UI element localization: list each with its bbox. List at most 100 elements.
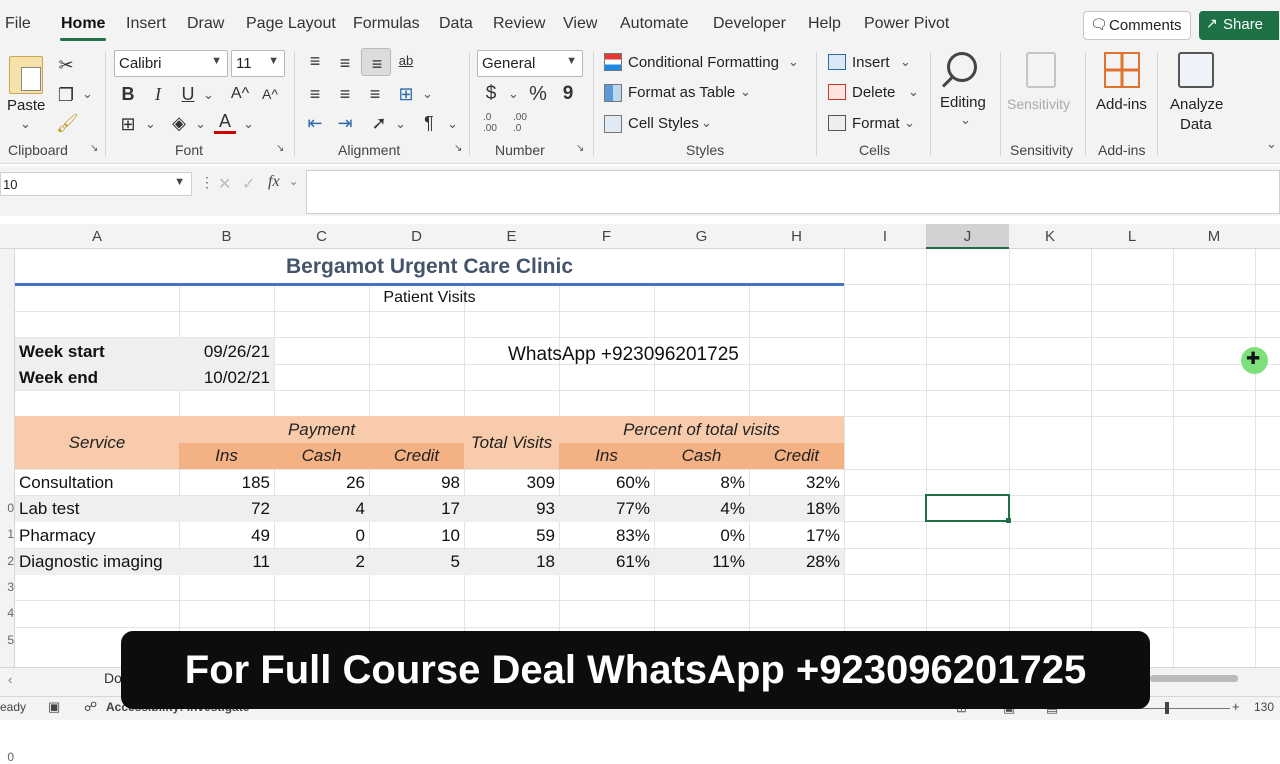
name-box[interactable]: 10 ▼ — [0, 172, 192, 196]
add-ins-button[interactable]: Add-ins — [1096, 96, 1147, 113]
collapse-ribbon-icon[interactable]: ⌄ — [1266, 136, 1277, 152]
copy-icon[interactable]: ❐ — [56, 84, 76, 106]
chevron-down-icon[interactable]: ⌄ — [900, 54, 911, 70]
delete-cells-button[interactable]: Delete — [852, 84, 895, 101]
row-header-11[interactable]: 1 — [0, 527, 14, 541]
credit-cell[interactable]: 98 — [369, 473, 460, 493]
tab-page-layout[interactable]: Page Layout — [246, 15, 336, 33]
header-service[interactable]: Service — [15, 433, 179, 453]
conditional-formatting-button[interactable]: Conditional Formatting — [628, 54, 779, 71]
borders-icon[interactable]: ⊞ — [117, 113, 139, 135]
fill-dropdown-icon[interactable]: ⌄ — [195, 116, 206, 132]
borders-dropdown-icon[interactable]: ⌄ — [145, 116, 156, 132]
pct-ins-cell[interactable]: 60% — [559, 473, 650, 493]
cancel-icon[interactable]: ✕ — [218, 174, 231, 194]
tab-developer[interactable]: Developer — [713, 15, 786, 33]
align-left-icon[interactable]: ≡ — [304, 83, 326, 105]
orientation-dropdown-icon[interactable]: ⌄ — [395, 116, 406, 132]
service-cell[interactable]: Lab test — [19, 499, 80, 519]
text-direction-icon[interactable]: ¶ — [418, 112, 440, 134]
ins-cell[interactable]: 49 — [179, 526, 270, 546]
analyze-data-line1[interactable]: Analyze — [1170, 96, 1223, 113]
column-header-d[interactable]: D — [369, 228, 464, 245]
increase-decimal-button[interactable]: .0 .00 — [483, 112, 497, 134]
pct-cash-cell[interactable]: 0% — [654, 526, 745, 546]
pct-credit-cell[interactable]: 28% — [749, 552, 840, 572]
format-cells-button[interactable]: Format — [852, 115, 900, 132]
zoom-level[interactable]: 130 — [1254, 700, 1274, 714]
number-launcher-icon[interactable]: ↘ — [576, 143, 584, 154]
decrease-indent-icon[interactable]: ⇤ — [304, 112, 326, 134]
service-cell[interactable]: Consultation — [19, 473, 114, 493]
pct-cash-cell[interactable]: 8% — [654, 473, 745, 493]
sensitivity-button[interactable]: Sensitivity — [1007, 96, 1070, 112]
cash-cell[interactable]: 0 — [274, 526, 365, 546]
header-payment[interactable]: Payment — [179, 420, 464, 440]
font-launcher-icon[interactable]: ↘ — [276, 143, 284, 154]
clipboard-launcher-icon[interactable]: ↘ — [90, 143, 98, 154]
week-start-label[interactable]: Week start — [19, 342, 105, 362]
tab-formulas[interactable]: Formulas — [353, 15, 420, 33]
week-end-label[interactable]: Week end — [19, 368, 98, 388]
credit-cell[interactable]: 5 — [369, 552, 460, 572]
currency-format-button[interactable]: $ — [480, 83, 502, 105]
column-header-h[interactable]: H — [749, 228, 844, 245]
alignment-launcher-icon[interactable]: ↘ — [454, 143, 462, 154]
whatsapp-note[interactable]: WhatsApp +923096201725 — [508, 344, 739, 366]
bold-button[interactable]: B — [118, 83, 138, 105]
credit-cell[interactable]: 10 — [369, 526, 460, 546]
currency-dropdown-icon[interactable]: ⌄ — [508, 86, 519, 102]
increase-indent-icon[interactable]: ⇥ — [334, 112, 356, 134]
header-pct-cash[interactable]: Cash — [654, 446, 749, 466]
paste-button[interactable]: Paste — [7, 97, 45, 114]
pct-credit-cell[interactable]: 32% — [749, 473, 840, 493]
ins-cell[interactable]: 185 — [179, 473, 270, 493]
pct-cash-cell[interactable]: 4% — [654, 499, 745, 519]
zoom-in-icon[interactable]: + — [1232, 699, 1240, 714]
copy-dropdown-icon[interactable]: ⌄ — [82, 86, 93, 102]
decrease-decimal-button[interactable]: .00 .0 — [513, 112, 527, 134]
share-button[interactable]: ↗ Share — [1199, 11, 1279, 40]
tab-help[interactable]: Help — [808, 15, 841, 33]
paste-icon[interactable] — [9, 56, 43, 94]
analyze-data-line2[interactable]: Data — [1180, 116, 1212, 133]
header-percent[interactable]: Percent of total visits — [559, 420, 844, 440]
pct-credit-cell[interactable]: 17% — [749, 526, 840, 546]
column-header-b[interactable]: B — [179, 228, 274, 245]
chevron-down-icon[interactable]: ⌄ — [701, 115, 712, 131]
row-header-15[interactable]: 5 — [0, 633, 14, 647]
header-pct-ins[interactable]: Ins — [559, 446, 654, 466]
selected-cell[interactable] — [925, 494, 1010, 522]
row-header-10[interactable]: 0 — [0, 501, 14, 515]
column-header-j[interactable]: J — [926, 228, 1009, 245]
format-painter-icon[interactable]: 🖌 — [56, 112, 79, 134]
underline-dropdown-icon[interactable]: ⌄ — [203, 87, 214, 103]
chevron-down-icon[interactable]: ⌄ — [960, 112, 971, 128]
chevron-down-icon[interactable]: ⌄ — [788, 54, 799, 70]
row-header[interactable]: 0 — [0, 750, 14, 764]
header-credit[interactable]: Credit — [369, 446, 464, 466]
merge-dropdown-icon[interactable]: ⌄ — [422, 86, 433, 102]
column-header-a[interactable]: A — [15, 228, 179, 245]
chevron-down-icon[interactable]: ⌄ — [908, 84, 919, 100]
total-cell[interactable]: 59 — [464, 526, 555, 546]
underline-button[interactable]: U — [178, 83, 198, 105]
paste-dropdown-icon[interactable]: ⌄ — [20, 116, 31, 132]
wrap-text-icon[interactable]: ab — [395, 50, 417, 72]
credit-cell[interactable]: 17 — [369, 499, 460, 519]
font-size-dropdown[interactable]: 11 ▼ — [231, 50, 285, 77]
cut-icon[interactable]: ✂ — [56, 54, 76, 76]
header-ins[interactable]: Ins — [179, 446, 274, 466]
confirm-icon[interactable]: ✓ — [242, 174, 255, 194]
sheet-subtitle[interactable]: Patient Visits — [15, 289, 844, 307]
column-header-c[interactable]: C — [274, 228, 369, 245]
cell-styles-button[interactable]: Cell Styles — [628, 115, 699, 132]
total-cell[interactable]: 18 — [464, 552, 555, 572]
comma-format-button[interactable]: 9 — [557, 83, 579, 105]
formula-input[interactable] — [306, 170, 1280, 214]
week-start-value[interactable]: 09/26/21 — [179, 342, 270, 362]
align-middle-icon[interactable]: ≡ — [334, 52, 356, 74]
pct-credit-cell[interactable]: 18% — [749, 499, 840, 519]
font-name-dropdown[interactable]: Calibri ▼ — [114, 50, 228, 77]
increase-font-button[interactable]: A^ — [229, 83, 251, 105]
